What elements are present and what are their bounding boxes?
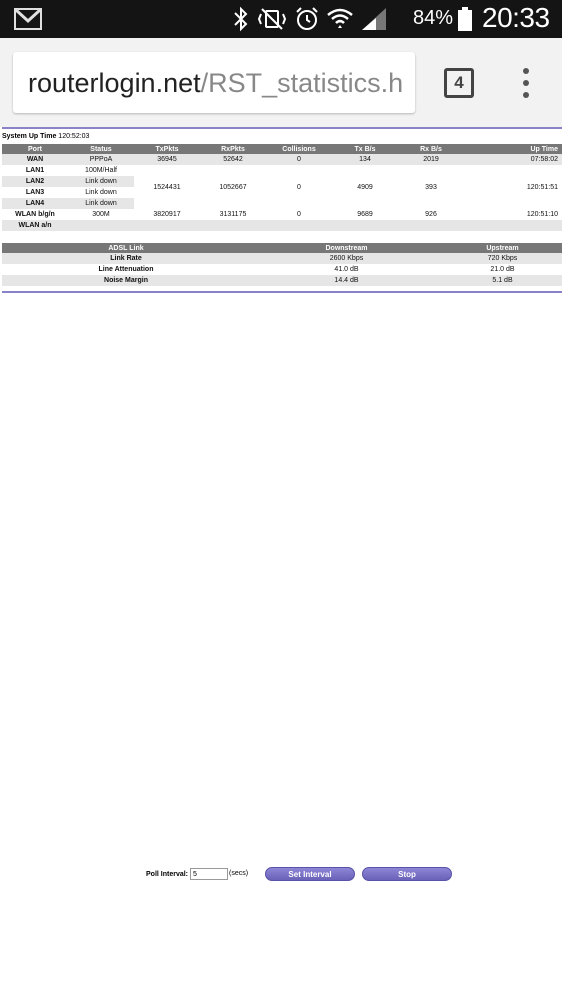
port-name: LAN3 — [2, 187, 68, 198]
column-header: ADSL Link — [2, 243, 250, 253]
table-row: Noise Margin 14.4 dB 5.1 dB — [2, 275, 562, 286]
bluetooth-icon — [232, 5, 250, 33]
port-name: LAN2 — [2, 176, 68, 187]
url-path: /RST_statistics.h — [200, 68, 404, 98]
port-name: WLAN a/n — [18, 222, 52, 229]
tx-bytes-per-sec: 4909 — [332, 165, 398, 209]
port-status: 100M/Half — [68, 165, 134, 176]
adsl-row-label: Noise Margin — [104, 277, 148, 284]
clock: 20:33 — [482, 2, 550, 33]
signal-icon — [360, 5, 388, 33]
browser-toolbar: routerlogin.net/RST_statistics.h 4 — [0, 38, 562, 127]
poll-interval-controls: Poll Interval: (secs) Set Interval Stop — [0, 867, 562, 883]
url-host: routerlogin.net — [28, 68, 201, 98]
column-header: Rx B/s — [398, 144, 464, 154]
port-status: 300M — [92, 211, 110, 218]
port-name: LAN4 — [2, 198, 68, 209]
column-header: TxPkts — [134, 144, 200, 154]
column-header: Collisions — [266, 144, 332, 154]
set-interval-button[interactable]: Set Interval — [265, 867, 355, 881]
up-time: 07:58:02 — [530, 156, 558, 163]
tx-packets: 1524431 — [134, 165, 200, 209]
up-time: 120:51:51 — [464, 165, 562, 209]
stop-button[interactable]: Stop — [362, 867, 452, 881]
port-name: WLAN b/g/n — [15, 211, 55, 218]
port-statistics-table: Port Status TxPkts RxPkts Collisions Tx … — [2, 144, 562, 231]
rx-packets: 3131175 — [219, 211, 247, 218]
battery-percentage: 84% — [413, 7, 454, 29]
up-time: 120:51:10 — [526, 211, 558, 218]
tx-bytes-per-sec: 9689 — [357, 211, 373, 218]
rx-bytes-per-sec: 393 — [398, 165, 464, 209]
port-status — [68, 220, 134, 231]
poll-interval-unit: (secs) — [229, 870, 249, 877]
router-statistics-page: System Up Time 120:52:03 Port Status TxP… — [0, 127, 562, 999]
top-divider — [2, 127, 562, 129]
table-row: LAN1 100M/Half 1524431 1052667 0 4909 39… — [2, 165, 562, 209]
rx-bytes-per-sec: 2019 — [423, 156, 439, 163]
table-row: WAN PPPoA 36945 52642 0 134 2019 07:58:0… — [2, 154, 562, 165]
table-header-row: ADSL Link Downstream Upstream — [2, 243, 562, 253]
status-bar: 84% 20:33 — [0, 0, 562, 38]
rx-packets: 1052667 — [200, 165, 266, 209]
port-status: Link down — [68, 187, 134, 198]
rx-bytes-per-sec: 926 — [425, 211, 437, 218]
downstream-value: 41.0 dB — [334, 266, 359, 273]
column-header: Port — [2, 144, 68, 154]
collisions: 0 — [266, 165, 332, 209]
address-bar[interactable]: routerlogin.net/RST_statistics.h — [13, 52, 415, 113]
column-header: RxPkts — [200, 144, 266, 154]
gmail-icon — [14, 8, 42, 30]
overflow-menu-icon[interactable] — [516, 68, 536, 98]
bottom-divider — [2, 291, 562, 293]
upstream-value: 5.1 dB — [492, 277, 513, 284]
table-header-row: Port Status TxPkts RxPkts Collisions Tx … — [2, 144, 562, 154]
poll-interval-input[interactable] — [190, 868, 228, 880]
downstream-value: 14.4 dB — [334, 277, 359, 284]
rx-packets: 52642 — [223, 156, 243, 163]
tab-switcher-button[interactable]: 4 — [444, 68, 474, 98]
port-name: WAN — [26, 156, 44, 163]
collisions: 0 — [297, 156, 301, 163]
port-status: Link down — [68, 176, 134, 187]
port-name: LAN1 — [2, 165, 68, 176]
system-up-time-value: 120:52:03 — [58, 133, 90, 140]
tx-packets: 36945 — [157, 156, 177, 163]
adsl-row-label: Line Attenuation — [98, 266, 154, 273]
system-up-time-label: System Up Time — [2, 133, 57, 140]
alarm-icon — [294, 5, 320, 33]
upstream-value: 21.0 dB — [490, 266, 515, 273]
port-status: PPPoA — [89, 156, 113, 163]
port-status: Link down — [68, 198, 134, 209]
table-row: WLAN a/n — [2, 220, 562, 231]
table-row: Link Rate 2600 Kbps 720 Kbps — [2, 253, 562, 264]
tx-bytes-per-sec: 134 — [359, 156, 371, 163]
collisions: 0 — [297, 211, 301, 218]
upstream-value: 720 Kbps — [487, 255, 518, 262]
system-up-time: System Up Time 120:52:03 — [2, 133, 89, 140]
column-header: Upstream — [443, 243, 562, 253]
column-header: Up Time — [464, 144, 562, 154]
downstream-value: 2600 Kbps — [329, 255, 364, 262]
tx-packets: 3820917 — [153, 211, 181, 218]
column-header: Downstream — [250, 243, 443, 253]
wifi-icon — [326, 5, 354, 33]
vibrate-mute-icon — [256, 5, 288, 33]
column-header: Status — [68, 144, 134, 154]
poll-interval-label: Poll Interval: — [146, 871, 189, 878]
adsl-link-table: ADSL Link Downstream Upstream Link Rate … — [2, 243, 562, 286]
column-header: Tx B/s — [332, 144, 398, 154]
table-row: WLAN b/g/n 300M 3820917 3131175 0 9689 9… — [2, 209, 562, 220]
table-row: Line Attenuation 41.0 dB 21.0 dB — [2, 264, 562, 275]
battery-icon — [458, 7, 472, 31]
adsl-row-label: Link Rate — [110, 255, 142, 262]
